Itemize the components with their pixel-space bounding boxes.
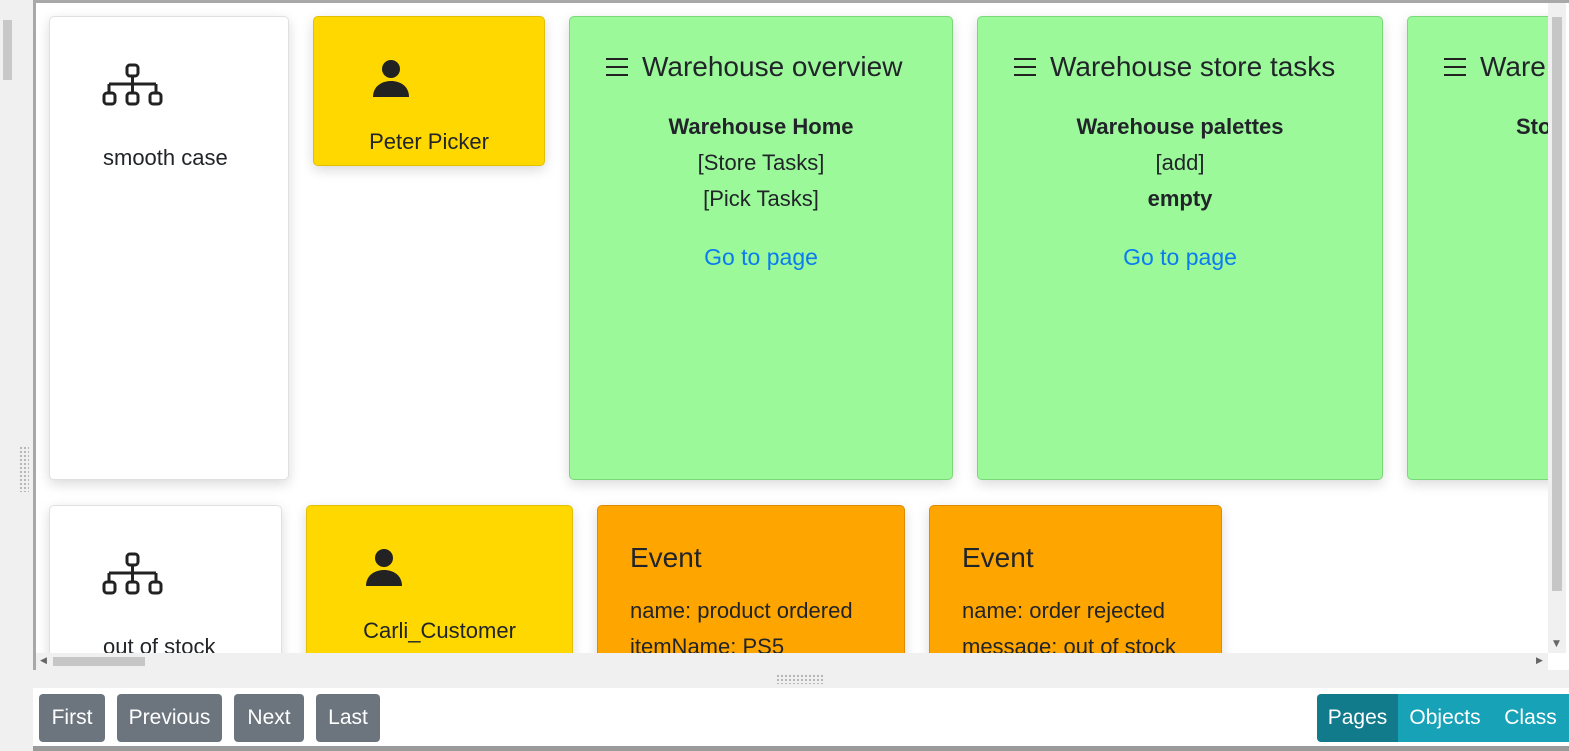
page-card-warehouse-store-tasks[interactable]: Warehouse store tasks Warehouse palettes…: [977, 16, 1383, 480]
actor-name: Peter Picker: [369, 129, 489, 154]
left-resize-handle[interactable]: [19, 446, 29, 492]
hamburger-menu-icon[interactable]: [1014, 58, 1036, 76]
event-field: name: product ordered: [630, 598, 853, 623]
last-button[interactable]: Last: [316, 694, 380, 742]
event-title: Event: [962, 542, 1034, 573]
actor-card-peter-picker[interactable]: Peter Picker: [313, 16, 545, 166]
scroll-down-arrow-icon[interactable]: ▼: [1553, 639, 1560, 649]
tab-pages[interactable]: Pages: [1317, 694, 1398, 742]
bottom-toolbar: First Previous Next Last Pages Objects C…: [33, 688, 1569, 746]
event-card-order-rejected[interactable]: Event name: order rejected message: out …: [929, 505, 1222, 653]
page-button-add[interactable]: [add]: [978, 145, 1382, 181]
event-field: message: out of stock: [962, 634, 1176, 653]
outer-scrollbar-thumb[interactable]: [3, 20, 12, 80]
next-button[interactable]: Next: [234, 694, 304, 742]
actor-name: Carli_Customer: [363, 618, 516, 643]
page-button-store-tasks[interactable]: [Store Tasks]: [570, 145, 952, 181]
page-title: Warehouse store tasks: [1050, 51, 1336, 82]
left-gutter: [0, 0, 33, 751]
page-card-warehouse-overview[interactable]: Warehouse overview Warehouse Home [Store…: [569, 16, 953, 480]
person-icon: [373, 60, 409, 97]
storyboard-viewport: smooth case Peter Picker Warehouse overv…: [33, 0, 1569, 670]
page-title: Warehouse overview: [642, 51, 903, 82]
first-button[interactable]: First: [39, 694, 105, 742]
split-resize-handle[interactable]: [776, 674, 824, 684]
case-label: out of stock: [103, 634, 216, 653]
tab-class[interactable]: Class: [1492, 694, 1569, 742]
page-button-pick-tasks[interactable]: [Pick Tasks]: [570, 181, 952, 217]
page-heading: Warehouse Home: [668, 114, 854, 139]
page-card-partial[interactable]: Ware Sto: [1407, 16, 1548, 480]
go-to-page-link[interactable]: Go to page: [570, 239, 952, 275]
case-card-out-of-stock[interactable]: out of stock: [49, 505, 282, 653]
hamburger-menu-icon[interactable]: [606, 58, 628, 76]
scroll-left-arrow-icon[interactable]: ◀: [40, 656, 47, 666]
hamburger-menu-icon[interactable]: [1444, 58, 1466, 76]
page-heading: Sto: [1516, 114, 1548, 139]
vertical-scrollbar[interactable]: ▼: [1548, 3, 1566, 653]
sitemap-icon: [102, 552, 163, 595]
go-to-page-link[interactable]: Go to page: [978, 239, 1382, 275]
storyboard-canvas: smooth case Peter Picker Warehouse overv…: [36, 3, 1548, 653]
case-card-smooth-case[interactable]: smooth case: [49, 16, 289, 480]
tab-objects[interactable]: Objects: [1398, 694, 1492, 742]
event-card-product-ordered[interactable]: Event name: product ordered itemName: PS…: [597, 505, 905, 653]
vertical-scrollbar-thumb[interactable]: [1552, 17, 1562, 591]
page-title: Ware: [1480, 51, 1546, 82]
sitemap-icon: [102, 63, 163, 106]
event-field: name: order rejected: [962, 598, 1165, 623]
page-heading: Warehouse palettes: [1076, 114, 1284, 139]
case-label: smooth case: [103, 145, 228, 170]
person-icon: [366, 549, 402, 586]
horizontal-scrollbar[interactable]: ◀ ▶: [36, 653, 1548, 670]
actor-card-carli-customer[interactable]: Carli_Customer: [306, 505, 573, 653]
previous-button[interactable]: Previous: [117, 694, 222, 742]
horizontal-scrollbar-thumb[interactable]: [53, 657, 145, 666]
event-field: itemName: PS5: [630, 634, 785, 653]
bottom-border: [33, 746, 1569, 751]
scroll-right-arrow-icon[interactable]: ▶: [1536, 656, 1543, 666]
event-title: Event: [630, 542, 702, 573]
page-empty-text: empty: [1147, 186, 1213, 211]
